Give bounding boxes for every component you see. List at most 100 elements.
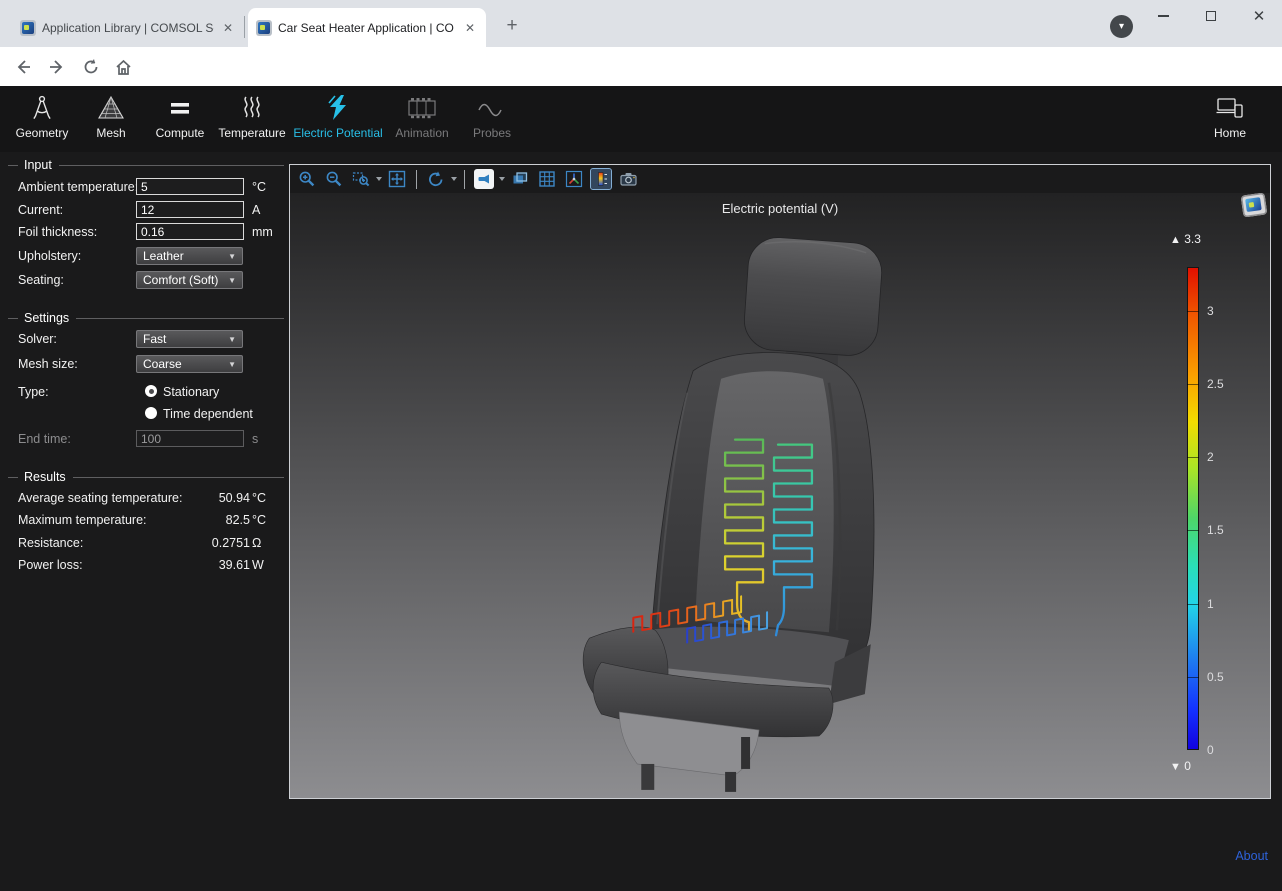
go-to-default-view-icon[interactable] — [426, 169, 446, 189]
field-label: Type: — [18, 385, 49, 399]
seating-dropdown[interactable]: Comfort (Soft) ▼ — [136, 271, 243, 289]
comsol-favicon — [20, 20, 36, 36]
transparency-icon[interactable] — [510, 169, 530, 189]
radio-stationary[interactable] — [145, 385, 157, 397]
ribbon-button-geometry[interactable]: Geometry — [10, 92, 74, 148]
zoom-box-dropdown-caret[interactable] — [376, 177, 382, 181]
zoom-box-icon[interactable] — [351, 169, 371, 189]
tab-close-icon[interactable]: ✕ — [220, 20, 236, 36]
reload-icon[interactable] — [78, 54, 104, 80]
ribbon-button-compute[interactable]: Compute — [148, 92, 212, 148]
legend-tick-label: 2.5 — [1207, 377, 1224, 391]
field-unit: °C — [252, 180, 266, 194]
window-maximize-button[interactable] — [1188, 0, 1234, 32]
chevron-down-icon: ▼ — [228, 252, 236, 261]
section-title: Settings — [24, 311, 69, 325]
end-time-input — [136, 430, 244, 447]
legend-tick-label: 1 — [1207, 597, 1214, 611]
dropdown-value: Fast — [143, 332, 166, 346]
forward-icon[interactable] — [44, 54, 70, 80]
tab-application-library[interactable]: Application Library | COMSOL Se ✕ — [12, 8, 244, 47]
ribbon-label: Probes — [473, 126, 511, 140]
ribbon-button-home[interactable]: Home — [1200, 92, 1260, 148]
tab-close-icon[interactable]: ✕ — [462, 20, 478, 36]
legend-tick-label: 3 — [1207, 304, 1214, 318]
lightning-bolt-icon — [325, 92, 351, 124]
grid-icon[interactable] — [537, 169, 557, 189]
ribbon-label: Home — [1214, 126, 1246, 140]
scene-light-dropdown-caret[interactable] — [499, 177, 505, 181]
field-row-current: Current: A — [0, 201, 288, 221]
graphics-panel: Electric potential (V) — [289, 164, 1271, 799]
color-legend-icon[interactable] — [591, 169, 611, 189]
browser-titlebar: Application Library | COMSOL Se ✕ Car Se… — [0, 0, 1282, 47]
car-seat-render — [290, 193, 1270, 798]
legend-tick — [1187, 311, 1199, 312]
tab-title: Car Seat Heater Application | CO — [278, 21, 456, 35]
legend-tick — [1187, 457, 1199, 458]
downloads-bubble-icon[interactable]: ▾ — [1110, 15, 1133, 38]
ambient-temperature-input[interactable] — [136, 178, 244, 195]
comsol-favicon — [256, 20, 272, 36]
legend-min-label: ▼ 0 — [1170, 759, 1191, 773]
zoom-extents-icon[interactable] — [387, 169, 407, 189]
back-icon[interactable] — [10, 54, 36, 80]
field-row-end-time: End time: s — [0, 430, 288, 450]
legend-tick-label: 0 — [1207, 743, 1214, 757]
ribbon-label: Geometry — [16, 126, 69, 140]
ribbon-button-mesh[interactable]: Mesh — [82, 92, 140, 148]
graphics-toolbar — [290, 165, 1270, 193]
ribbon-label: Animation — [395, 126, 448, 140]
ribbon-label: Mesh — [96, 126, 125, 140]
radio-time-dependent[interactable] — [145, 407, 157, 419]
result-unit: Ω — [252, 536, 261, 550]
legend-max-label: ▲ 3.3 — [1170, 232, 1201, 246]
field-row-solver: Solver: Fast ▼ — [0, 330, 288, 350]
devices-home-icon — [1215, 92, 1245, 124]
result-row: Average seating temperature: 50.94 °C — [0, 491, 288, 509]
dropdown-value: Coarse — [143, 357, 182, 371]
result-row: Resistance: 0.2751 Ω — [0, 536, 288, 554]
ribbon-button-animation: Animation — [388, 92, 456, 148]
ribbon-button-electric-potential[interactable]: Electric Potential — [296, 92, 380, 148]
field-label: Mesh size: — [18, 357, 78, 371]
window-close-button[interactable]: ✕ — [1236, 0, 1282, 32]
ribbon-button-temperature[interactable]: Temperature — [214, 92, 290, 148]
zoom-in-icon[interactable] — [297, 169, 317, 189]
foil-thickness-input[interactable] — [136, 223, 244, 240]
section-title: Results — [24, 470, 66, 484]
tab-car-seat-heater[interactable]: Car Seat Heater Application | CO ✕ — [248, 8, 486, 47]
axis-orientation-icon[interactable] — [564, 169, 584, 189]
legend-tick — [1187, 677, 1199, 678]
result-label: Resistance: — [18, 536, 83, 550]
home-icon[interactable] — [110, 54, 136, 80]
new-tab-button[interactable]: + — [498, 12, 526, 40]
result-value: 82.5 — [226, 513, 250, 527]
result-label: Maximum temperature: — [18, 513, 147, 527]
solver-dropdown[interactable]: Fast ▼ — [136, 330, 243, 348]
window-minimize-button[interactable] — [1140, 0, 1186, 32]
result-unit: W — [252, 558, 264, 572]
radio-label: Time dependent — [163, 407, 253, 421]
result-unit: °C — [252, 491, 266, 505]
current-input[interactable] — [136, 201, 244, 218]
snapshot-camera-icon[interactable] — [618, 169, 638, 189]
result-unit: °C — [252, 513, 266, 527]
scene-light-icon[interactable] — [474, 169, 494, 189]
field-row-mesh-size: Mesh size: Coarse ▼ — [0, 355, 288, 375]
result-label: Average seating temperature: — [18, 491, 182, 505]
radio-label: Stationary — [163, 385, 219, 399]
heat-waves-icon — [239, 92, 265, 124]
zoom-out-icon[interactable] — [324, 169, 344, 189]
view-dropdown-caret[interactable] — [451, 177, 457, 181]
mesh-triangle-icon — [97, 92, 125, 124]
dropdown-value: Comfort (Soft) — [143, 273, 218, 287]
plot-3d-view[interactable]: Electric potential (V) — [290, 193, 1270, 798]
mesh-size-dropdown[interactable]: Coarse ▼ — [136, 355, 243, 373]
chevron-down-icon: ▼ — [228, 276, 236, 285]
compute-equals-icon — [167, 92, 193, 124]
about-link[interactable]: About — [1235, 849, 1268, 863]
upholstery-dropdown[interactable]: Leather ▼ — [136, 247, 243, 265]
sine-wave-icon — [477, 92, 507, 124]
legend-tick-label: 0.5 — [1207, 670, 1224, 684]
